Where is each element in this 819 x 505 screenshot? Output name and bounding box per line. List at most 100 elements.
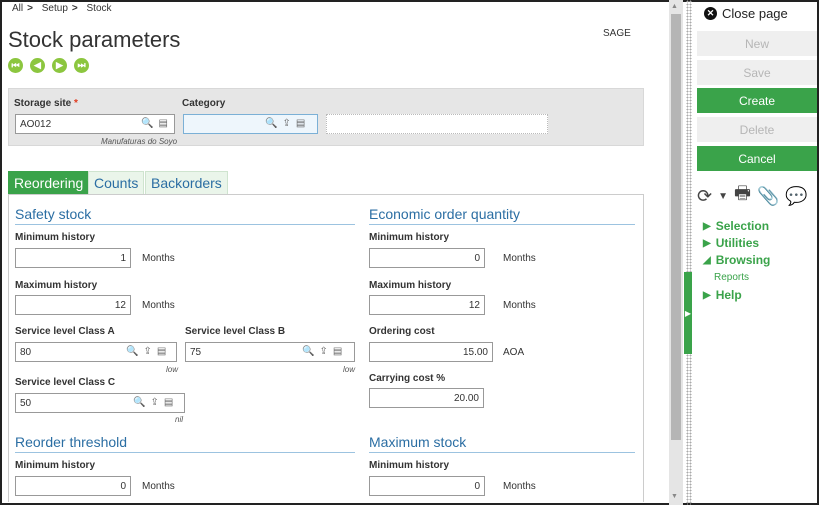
service-class-b-note: low bbox=[343, 365, 356, 374]
ordering-cost-input[interactable]: 15.00 bbox=[369, 342, 493, 362]
carrying-cost-input[interactable]: 20.00 bbox=[369, 388, 484, 408]
eoq-max-history-label: Maximum history bbox=[369, 280, 452, 291]
ss-min-history-unit: Months bbox=[142, 253, 175, 264]
service-class-c-value: 50 bbox=[20, 397, 32, 409]
breadcrumb-setup[interactable]: Setup bbox=[42, 3, 68, 14]
next-record-icon[interactable]: ▶ bbox=[52, 58, 67, 73]
breadcrumb-stock[interactable]: Stock bbox=[87, 3, 112, 14]
last-record-icon[interactable]: ⏭ bbox=[74, 58, 89, 73]
close-page-label: Close page bbox=[722, 6, 788, 21]
panel-divider[interactable] bbox=[686, 0, 692, 505]
ms-min-history-input[interactable]: 0 bbox=[369, 476, 485, 496]
delete-button[interactable]: Delete bbox=[697, 117, 817, 142]
ss-min-history-label: Minimum history bbox=[15, 232, 96, 243]
link-icon[interactable]: ⇪ bbox=[282, 118, 290, 129]
chevron-down-icon[interactable]: ▼ bbox=[718, 191, 728, 202]
rt-min-history-value: 0 bbox=[120, 480, 126, 492]
first-record-icon[interactable]: ⏮ bbox=[8, 58, 23, 73]
create-button[interactable]: Create bbox=[697, 88, 817, 113]
ss-min-history-input[interactable]: 1 bbox=[15, 248, 131, 268]
storage-site-actions: 🔍 ▤ bbox=[141, 118, 168, 129]
ss-min-history-value: 1 bbox=[120, 252, 126, 264]
ss-max-history-input[interactable]: 12 bbox=[15, 295, 131, 315]
ms-min-history-label: Minimum history bbox=[369, 460, 450, 471]
scroll-up-icon[interactable]: ▲ bbox=[671, 3, 678, 10]
service-class-c-note: nil bbox=[175, 415, 184, 424]
previous-record-icon[interactable]: ◀ bbox=[30, 58, 45, 73]
collapse-panel-icon[interactable]: ▶ bbox=[684, 272, 692, 354]
ms-min-history-value: 0 bbox=[474, 480, 480, 492]
menu-reports[interactable]: Reports bbox=[714, 272, 749, 283]
breadcrumb-separator: > bbox=[71, 3, 78, 14]
maximum-stock-heading: Maximum stock bbox=[369, 434, 635, 453]
eoq-min-history-label: Minimum history bbox=[369, 232, 450, 243]
tab-reordering[interactable]: Reordering bbox=[8, 171, 90, 195]
category-description bbox=[326, 114, 548, 134]
service-class-a-actions: 🔍 ⇪ ▤ bbox=[126, 346, 166, 357]
menu-utilities-label: Utilities bbox=[715, 236, 760, 250]
storage-site-value: AO012 bbox=[20, 118, 52, 130]
search-icon[interactable]: 🔍 bbox=[126, 346, 138, 357]
search-icon[interactable]: 🔍 bbox=[265, 118, 277, 129]
tab-counts[interactable]: Counts bbox=[88, 171, 145, 195]
service-class-b-value: 75 bbox=[190, 346, 202, 358]
search-icon[interactable]: 🔍 bbox=[133, 397, 145, 408]
save-button[interactable]: Save bbox=[697, 60, 817, 85]
link-icon[interactable]: ⇪ bbox=[143, 346, 151, 357]
collapse-icon: ◢ bbox=[703, 254, 711, 266]
eoq-heading: Economic order quantity bbox=[369, 206, 635, 225]
cancel-button[interactable]: Cancel bbox=[697, 146, 817, 171]
comment-icon[interactable]: 💬 bbox=[785, 186, 807, 207]
category-actions: 🔍 ⇪ ▤ bbox=[265, 118, 305, 129]
eoq-min-history-input[interactable]: 0 bbox=[369, 248, 485, 268]
link-icon[interactable]: ⇪ bbox=[150, 397, 158, 408]
eoq-max-history-input[interactable]: 12 bbox=[369, 295, 485, 315]
service-class-c-actions: 🔍 ⇪ ▤ bbox=[133, 397, 173, 408]
eoq-min-history-unit: Months bbox=[503, 253, 536, 264]
rt-min-history-input[interactable]: 0 bbox=[15, 476, 131, 496]
menu-selection[interactable]: ▶ Selection bbox=[703, 219, 769, 233]
safety-stock-heading: Safety stock bbox=[15, 206, 355, 225]
rt-min-history-label: Minimum history bbox=[15, 460, 96, 471]
menu-help-label: Help bbox=[715, 288, 742, 302]
storage-site-label-text: Storage site bbox=[14, 98, 72, 109]
new-button[interactable]: New bbox=[697, 31, 817, 56]
rt-min-history-unit: Months bbox=[142, 481, 175, 492]
service-class-a-label: Service level Class A bbox=[15, 326, 115, 337]
scrollbar-thumb[interactable] bbox=[671, 14, 681, 440]
record-navigation: ⏮ ◀ ▶ ⏭ bbox=[8, 58, 89, 73]
tab-backorders[interactable]: Backorders bbox=[145, 171, 228, 195]
list-icon[interactable]: ▤ bbox=[158, 118, 167, 129]
search-icon[interactable]: 🔍 bbox=[141, 118, 153, 129]
close-icon: ✕ bbox=[704, 7, 717, 20]
list-icon[interactable]: ▤ bbox=[296, 118, 305, 129]
search-icon[interactable]: 🔍 bbox=[302, 346, 314, 357]
ms-min-history-unit: Months bbox=[503, 481, 536, 492]
menu-utilities[interactable]: ▶ Utilities bbox=[703, 236, 759, 250]
ordering-cost-value: 15.00 bbox=[462, 346, 488, 358]
ss-max-history-value: 12 bbox=[114, 299, 126, 311]
link-icon[interactable]: ⇪ bbox=[319, 346, 327, 357]
eoq-max-history-value: 12 bbox=[468, 299, 480, 311]
list-icon[interactable]: ▤ bbox=[164, 397, 173, 408]
scroll-down-icon[interactable]: ▼ bbox=[671, 493, 678, 500]
menu-browsing-label: Browsing bbox=[715, 253, 771, 267]
service-class-a-note: low bbox=[166, 365, 179, 374]
breadcrumb-all[interactable]: All bbox=[12, 3, 23, 14]
page-title: Stock parameters bbox=[8, 27, 181, 52]
refresh-icon[interactable]: ⟳ bbox=[697, 186, 712, 207]
menu-help[interactable]: ▶ Help bbox=[703, 288, 742, 302]
expand-icon: ▶ bbox=[703, 220, 711, 232]
attachment-icon[interactable]: 📎 bbox=[757, 186, 779, 207]
storage-site-description: Manufaturas do Soyo bbox=[101, 137, 178, 146]
expand-icon: ▶ bbox=[703, 289, 711, 301]
service-class-a-value: 80 bbox=[20, 346, 32, 358]
expand-icon: ▶ bbox=[703, 237, 711, 249]
print-icon[interactable]: 🖶 bbox=[734, 181, 751, 211]
close-page-button[interactable]: ✕ Close page bbox=[704, 6, 788, 21]
breadcrumb-separator: > bbox=[27, 3, 33, 14]
menu-browsing[interactable]: ◢ Browsing bbox=[703, 253, 770, 267]
list-icon[interactable]: ▤ bbox=[333, 346, 342, 357]
list-icon[interactable]: ▤ bbox=[157, 346, 166, 357]
service-class-c-label: Service level Class C bbox=[15, 377, 116, 388]
